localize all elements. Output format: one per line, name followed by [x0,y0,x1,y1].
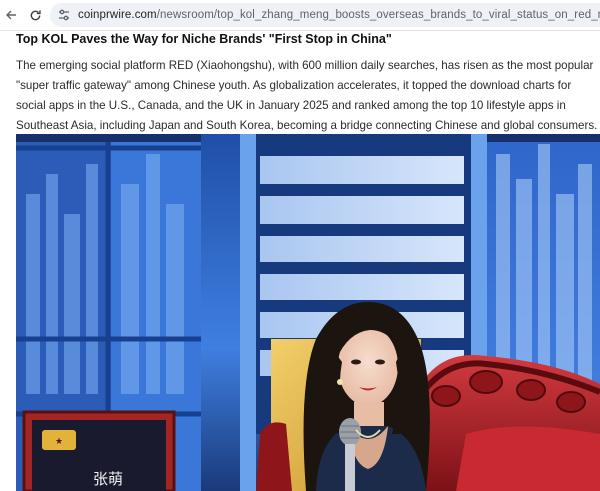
nameplate-name: 张萌 [93,470,123,488]
site-info-icon[interactable] [56,7,72,23]
back-arrow-icon[interactable] [0,4,22,26]
stage-photo-illustration: ★ 张萌 [16,134,600,491]
url-domain: coinprwire.com [78,9,157,21]
url-path: /newsroom/top_kol_zhang_meng_boosts_over… [156,9,600,21]
svg-text:★: ★ [55,437,63,447]
article-headline: Top KOL Paves the Way for Niche Brands' … [16,32,392,46]
url-text: coinprwire.com/newsroom/top_kol_zhang_me… [78,9,600,21]
speaker-figure [303,302,430,491]
address-bar[interactable]: coinprwire.com/newsroom/top_kol_zhang_me… [50,3,600,27]
nameplate-sign: ★ 张萌 [22,410,176,491]
left-chair-edge [256,422,292,491]
reload-icon[interactable] [24,4,46,26]
browser-toolbar: coinprwire.com/newsroom/top_kol_zhang_me… [0,0,600,31]
red-armchair [416,355,600,491]
article-photo: ★ 张萌 [16,134,600,491]
article-paragraph: The emerging social platform RED (Xiaoho… [16,59,598,132]
